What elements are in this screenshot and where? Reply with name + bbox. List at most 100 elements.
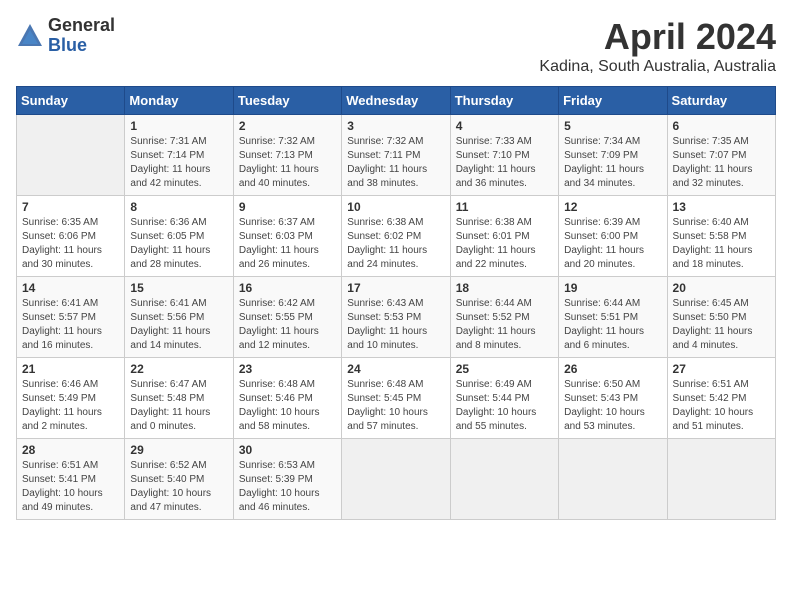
day-cell: 23 Sunrise: 6:48 AM Sunset: 5:46 PM Dayli… [233,358,341,439]
day-cell: 18 Sunrise: 6:44 AM Sunset: 5:52 PM Dayli… [450,277,558,358]
page-header: General Blue April 2024 Kadina, South Au… [16,16,776,76]
day-cell [17,115,125,196]
day-cell [667,439,775,520]
day-number: 18 [456,281,553,295]
day-number: 8 [130,200,227,214]
day-number: 17 [347,281,444,295]
day-content: Sunrise: 6:39 AM Sunset: 6:00 PM Dayligh… [564,216,661,272]
day-number: 24 [347,362,444,376]
calendar-table: SundayMondayTuesdayWednesdayThursdayFrid… [16,86,776,520]
day-content: Sunrise: 6:42 AM Sunset: 5:55 PM Dayligh… [239,297,336,353]
day-content: Sunrise: 6:37 AM Sunset: 6:03 PM Dayligh… [239,216,336,272]
calendar-body: 1 Sunrise: 7:31 AM Sunset: 7:14 PM Daylig… [17,115,776,520]
day-number: 13 [673,200,770,214]
day-number: 6 [673,119,770,133]
header-cell-saturday: Saturday [667,87,775,115]
month-title: April 2024 [539,16,776,58]
day-content: Sunrise: 6:44 AM Sunset: 5:51 PM Dayligh… [564,297,661,353]
day-content: Sunrise: 6:35 AM Sunset: 6:06 PM Dayligh… [22,216,119,272]
day-number: 26 [564,362,661,376]
header-cell-thursday: Thursday [450,87,558,115]
day-content: Sunrise: 7:31 AM Sunset: 7:14 PM Dayligh… [130,135,227,191]
day-content: Sunrise: 7:32 AM Sunset: 7:11 PM Dayligh… [347,135,444,191]
day-cell: 19 Sunrise: 6:44 AM Sunset: 5:51 PM Dayli… [559,277,667,358]
day-number: 23 [239,362,336,376]
day-cell: 7 Sunrise: 6:35 AM Sunset: 6:06 PM Daylig… [17,196,125,277]
header-cell-sunday: Sunday [17,87,125,115]
day-cell: 12 Sunrise: 6:39 AM Sunset: 6:00 PM Dayli… [559,196,667,277]
day-number: 21 [22,362,119,376]
day-content: Sunrise: 6:45 AM Sunset: 5:50 PM Dayligh… [673,297,770,353]
logo-blue-text: Blue [48,36,115,56]
day-cell: 16Sunrise: 6:42 AM Sunset: 5:55 PM Dayli… [233,277,341,358]
day-cell: 24 Sunrise: 6:48 AM Sunset: 5:45 PM Dayli… [342,358,450,439]
week-row-5: 28 Sunrise: 6:51 AM Sunset: 5:41 PM Dayli… [17,439,776,520]
day-cell: 2 Sunrise: 7:32 AM Sunset: 7:13 PM Daylig… [233,115,341,196]
day-cell: 27 Sunrise: 6:51 AM Sunset: 5:42 PM Dayli… [667,358,775,439]
day-content: Sunrise: 7:33 AM Sunset: 7:10 PM Dayligh… [456,135,553,191]
day-number: 30 [239,443,336,457]
day-cell: 3Sunrise: 7:32 AM Sunset: 7:11 PM Daylig… [342,115,450,196]
week-row-2: 7 Sunrise: 6:35 AM Sunset: 6:06 PM Daylig… [17,196,776,277]
day-cell: 1 Sunrise: 7:31 AM Sunset: 7:14 PM Daylig… [125,115,233,196]
day-number: 19 [564,281,661,295]
day-cell: 20 Sunrise: 6:45 AM Sunset: 5:50 PM Dayli… [667,277,775,358]
day-number: 14 [22,281,119,295]
day-content: Sunrise: 6:40 AM Sunset: 5:58 PM Dayligh… [673,216,770,272]
day-cell: 17 Sunrise: 6:43 AM Sunset: 5:53 PM Dayli… [342,277,450,358]
day-cell: 10 Sunrise: 6:38 AM Sunset: 6:02 PM Dayli… [342,196,450,277]
day-number: 20 [673,281,770,295]
day-content: Sunrise: 6:46 AM Sunset: 5:49 PM Dayligh… [22,378,119,434]
week-row-4: 21 Sunrise: 6:46 AM Sunset: 5:49 PM Dayli… [17,358,776,439]
week-row-3: 14 Sunrise: 6:41 AM Sunset: 5:57 PM Dayli… [17,277,776,358]
day-cell: 4 Sunrise: 7:33 AM Sunset: 7:10 PM Daylig… [450,115,558,196]
day-cell: 5 Sunrise: 7:34 AM Sunset: 7:09 PM Daylig… [559,115,667,196]
day-content: Sunrise: 6:48 AM Sunset: 5:45 PM Dayligh… [347,378,444,434]
day-content: Sunrise: 6:38 AM Sunset: 6:02 PM Dayligh… [347,216,444,272]
day-cell: 22 Sunrise: 6:47 AM Sunset: 5:48 PM Dayli… [125,358,233,439]
day-content: Sunrise: 6:50 AM Sunset: 5:43 PM Dayligh… [564,378,661,434]
day-number: 5 [564,119,661,133]
day-number: 28 [22,443,119,457]
day-cell: 29Sunrise: 6:52 AM Sunset: 5:40 PM Dayli… [125,439,233,520]
day-number: 25 [456,362,553,376]
day-content: Sunrise: 7:35 AM Sunset: 7:07 PM Dayligh… [673,135,770,191]
day-cell [450,439,558,520]
week-row-1: 1 Sunrise: 7:31 AM Sunset: 7:14 PM Daylig… [17,115,776,196]
day-number: 2 [239,119,336,133]
day-content: Sunrise: 6:44 AM Sunset: 5:52 PM Dayligh… [456,297,553,353]
day-cell: 6 Sunrise: 7:35 AM Sunset: 7:07 PM Daylig… [667,115,775,196]
day-cell [342,439,450,520]
day-content: Sunrise: 7:34 AM Sunset: 7:09 PM Dayligh… [564,135,661,191]
logo-icon [16,22,44,50]
day-cell: 30 Sunrise: 6:53 AM Sunset: 5:39 PM Dayli… [233,439,341,520]
day-content: Sunrise: 6:41 AM Sunset: 5:56 PM Dayligh… [130,297,227,353]
day-content: Sunrise: 6:47 AM Sunset: 5:48 PM Dayligh… [130,378,227,434]
header-row: SundayMondayTuesdayWednesdayThursdayFrid… [17,87,776,115]
day-number: 27 [673,362,770,376]
day-number: 7 [22,200,119,214]
day-cell: 9Sunrise: 6:37 AM Sunset: 6:03 PM Daylig… [233,196,341,277]
day-number: 12 [564,200,661,214]
location-title: Kadina, South Australia, Australia [539,58,776,76]
day-content: Sunrise: 6:49 AM Sunset: 5:44 PM Dayligh… [456,378,553,434]
day-cell: 11Sunrise: 6:38 AM Sunset: 6:01 PM Dayli… [450,196,558,277]
day-number: 4 [456,119,553,133]
day-cell: 26 Sunrise: 6:50 AM Sunset: 5:43 PM Dayli… [559,358,667,439]
day-content: Sunrise: 6:48 AM Sunset: 5:46 PM Dayligh… [239,378,336,434]
logo-general: General [48,16,115,36]
title-block: April 2024 Kadina, South Australia, Aust… [539,16,776,76]
day-content: Sunrise: 6:51 AM Sunset: 5:41 PM Dayligh… [22,459,119,515]
day-number: 1 [130,119,227,133]
day-content: Sunrise: 6:43 AM Sunset: 5:53 PM Dayligh… [347,297,444,353]
day-number: 11 [456,200,553,214]
header-cell-tuesday: Tuesday [233,87,341,115]
day-content: Sunrise: 6:41 AM Sunset: 5:57 PM Dayligh… [22,297,119,353]
day-number: 10 [347,200,444,214]
day-content: Sunrise: 7:32 AM Sunset: 7:13 PM Dayligh… [239,135,336,191]
day-content: Sunrise: 6:51 AM Sunset: 5:42 PM Dayligh… [673,378,770,434]
header-cell-friday: Friday [559,87,667,115]
day-number: 22 [130,362,227,376]
day-number: 15 [130,281,227,295]
day-content: Sunrise: 6:53 AM Sunset: 5:39 PM Dayligh… [239,459,336,515]
